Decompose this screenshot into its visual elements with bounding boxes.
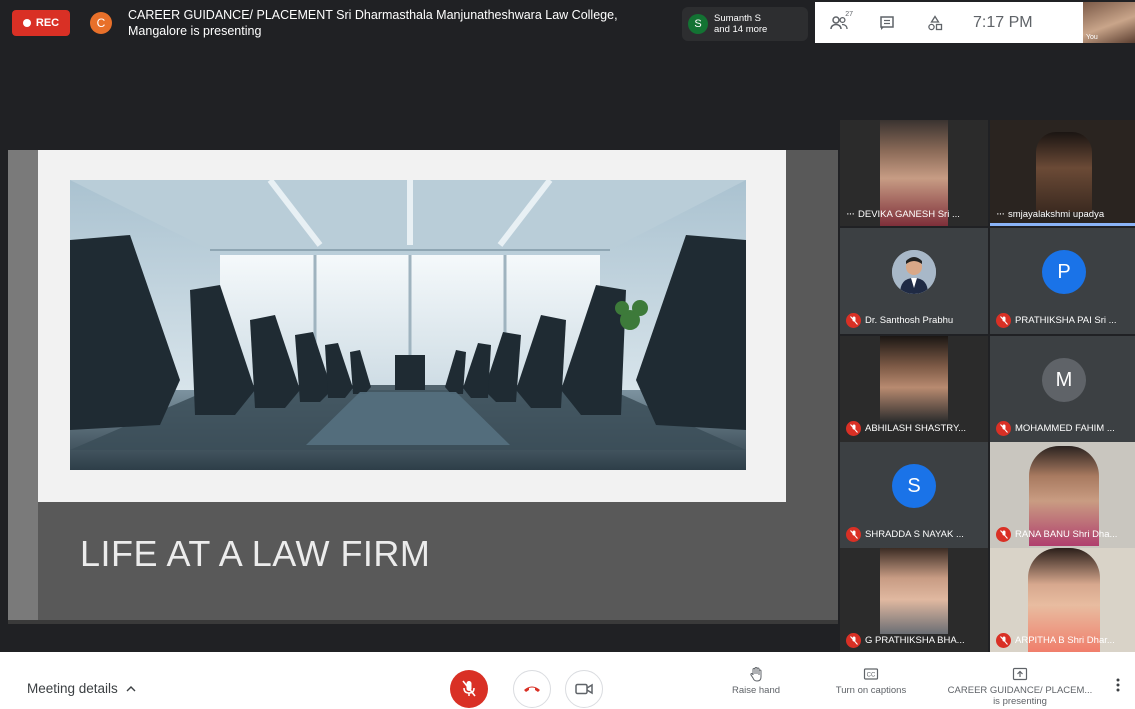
participant-tile[interactable]: P PRATHIKSHA PAI Sri ... <box>990 228 1135 334</box>
participant-video <box>880 548 948 634</box>
chevron-up-icon <box>126 686 136 692</box>
participant-tile[interactable]: S SHRADDA S NAYAK ... <box>840 442 988 548</box>
speaker-more: and 14 more <box>714 24 768 35</box>
participant-avatar: S <box>892 464 936 508</box>
captions-label: Turn on captions <box>835 685 907 696</box>
self-view-tile[interactable]: You <box>1083 2 1135 43</box>
meeting-details-button[interactable]: Meeting details <box>27 681 136 696</box>
participant-video <box>1036 132 1092 212</box>
speaker-avatar: S <box>688 14 708 34</box>
participant-name: DEVIKA GANESH Sri ... <box>858 208 960 220</box>
muted-mic-icon <box>846 633 861 648</box>
participant-tile[interactable]: G PRATHIKSHA BHA... <box>840 548 988 654</box>
muted-mic-icon <box>996 421 1011 436</box>
present-screen-icon <box>1012 667 1028 681</box>
presenter-avatar: C <box>90 12 112 34</box>
recording-badge[interactable]: REC <box>12 10 70 36</box>
activities-icon <box>928 14 943 30</box>
participant-tile[interactable]: ··· smjayalakshmi upadya <box>990 120 1135 226</box>
participant-tile[interactable]: ARPITHA B Shri Dhar... <box>990 548 1135 654</box>
presentation-status-button[interactable]: CAREER GUIDANCE/ PLACEM... is presenting <box>938 666 1102 707</box>
raise-hand-icon <box>750 666 762 682</box>
participant-grid: ··· DEVIKA GANESH Sri ... ··· smjayalaks… <box>840 120 1135 654</box>
muted-mic-icon <box>846 527 861 542</box>
rec-label: REC <box>35 17 60 29</box>
participant-name: MOHAMMED FAHIM ... <box>1015 423 1115 434</box>
participant-video <box>880 336 948 422</box>
participant-avatar <box>892 250 936 294</box>
top-toolbox: 27 7:17 PM You <box>815 2 1135 43</box>
participant-tile[interactable]: RANA BANU Shri Dha... <box>990 442 1135 548</box>
clock: 7:17 PM <box>973 13 1033 31</box>
participant-name: smjayalakshmi upadya <box>1008 208 1105 220</box>
more-vert-icon <box>1116 678 1120 692</box>
participant-name: ARPITHA B Shri Dhar... <box>1015 635 1115 646</box>
raise-hand-label: Raise hand <box>731 685 781 696</box>
svg-text:CC: CC <box>867 673 876 679</box>
slide-photo-frame <box>38 150 786 502</box>
participant-name: SHRADDA S NAYAK ... <box>865 529 964 540</box>
raise-hand-button[interactable]: Raise hand <box>720 666 792 696</box>
bottom-bar: Meeting details Raise hand CC Turn on ca… <box>0 652 1135 709</box>
conference-room-image <box>70 180 746 470</box>
self-label: You <box>1086 34 1098 41</box>
captions-button[interactable]: CC Turn on captions <box>826 666 916 696</box>
mic-off-icon <box>462 680 476 697</box>
top-bar: REC C CAREER GUIDANCE/ PLACEMENT Sri Dha… <box>0 0 1135 48</box>
captions-icon: CC <box>863 668 879 680</box>
microphone-toggle-button[interactable] <box>450 670 488 708</box>
muted-mic-icon <box>996 313 1011 328</box>
participant-count: 27 <box>845 11 853 18</box>
more-options-button[interactable] <box>1116 678 1120 697</box>
speaking-indicator <box>990 223 1135 226</box>
participant-tile[interactable]: M MOHAMMED FAHIM ... <box>990 336 1135 442</box>
record-dot-icon <box>22 19 31 27</box>
participant-tile[interactable]: ··· DEVIKA GANESH Sri ... <box>840 120 988 226</box>
meeting-details-label: Meeting details <box>27 681 118 696</box>
more-options-icon[interactable]: ··· <box>846 208 855 220</box>
meeting-title: CAREER GUIDANCE/ PLACEMENT Sri Dharmasth… <box>128 8 618 38</box>
participant-name: PRATHIKSHA PAI Sri ... <box>1015 315 1117 326</box>
presentation-area: LIFE AT A LAW FIRM <box>8 150 838 624</box>
chat-button[interactable] <box>863 2 911 43</box>
camera-icon <box>575 683 593 695</box>
leave-call-button[interactable] <box>513 670 551 708</box>
speaker-name: Sumanth S <box>714 13 761 24</box>
more-options-icon[interactable]: ··· <box>996 208 1005 220</box>
participant-name: ABHILASH SHASTRY... <box>865 423 967 434</box>
slide-left-stripe <box>8 150 38 624</box>
presenting-title: CAREER GUIDANCE/ PLACEM... <box>947 685 1093 696</box>
camera-toggle-button[interactable] <box>565 670 603 708</box>
participant-name: Dr. Santhosh Prabhu <box>865 315 954 326</box>
participant-tile[interactable]: ABHILASH SHASTRY... <box>840 336 988 442</box>
people-button[interactable]: 27 <box>815 2 863 43</box>
participant-tile[interactable]: Dr. Santhosh Prabhu <box>840 228 988 334</box>
presenting-status: is presenting <box>993 696 1047 707</box>
activities-button[interactable] <box>911 2 959 43</box>
active-speaker-chip[interactable]: S Sumanth S and 14 more <box>682 7 808 41</box>
meet-window: REC C CAREER GUIDANCE/ PLACEMENT Sri Dha… <box>0 0 1135 709</box>
participant-name: RANA BANU Shri Dha... <box>1015 529 1118 540</box>
slide-bottom-stripe <box>8 620 838 624</box>
muted-mic-icon <box>996 527 1011 542</box>
muted-mic-icon <box>846 313 861 328</box>
slide-title: LIFE AT A LAW FIRM <box>80 533 431 574</box>
participant-avatar: P <box>1042 250 1086 294</box>
muted-mic-icon <box>996 633 1011 648</box>
participant-avatar: M <box>1042 358 1086 402</box>
muted-mic-icon <box>846 421 861 436</box>
hang-up-icon <box>524 686 540 692</box>
chat-icon <box>880 15 894 30</box>
participant-name: G PRATHIKSHA BHA... <box>865 635 965 646</box>
